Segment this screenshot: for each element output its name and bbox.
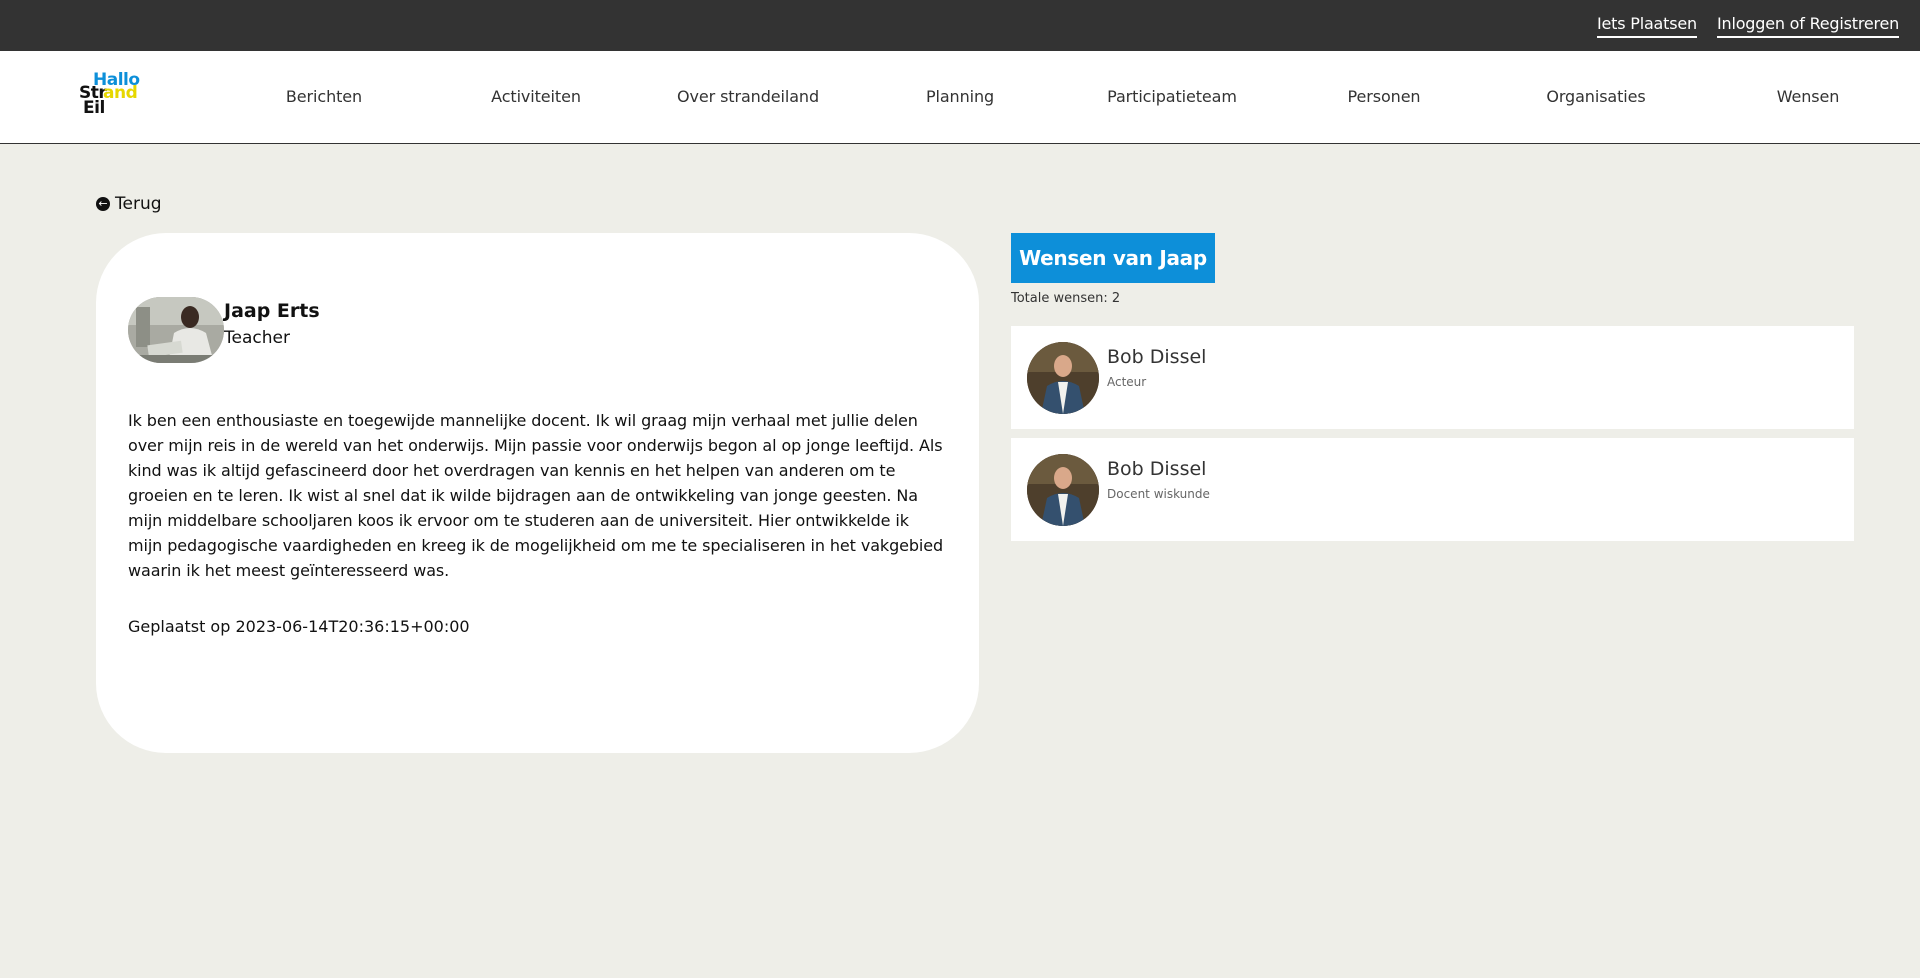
profile-card: Jaap Erts Teacher Ik ben een enthousiast… (96, 233, 979, 753)
nav-item-participatieteam[interactable]: Participatieteam (1107, 87, 1237, 106)
nav-item-activiteiten[interactable]: Activiteiten (491, 87, 581, 106)
nav-item-personen[interactable]: Personen (1348, 87, 1421, 106)
wishes-total: Totale wensen: 2 (1011, 291, 1121, 306)
arrow-left-circle-icon: ← (96, 197, 110, 211)
posted-date: Geplaatst op 2023-06-14T20:36:15+00:00 (128, 617, 470, 636)
wish-person-name: Bob Dissel (1107, 458, 1207, 480)
login-register-link[interactable]: Inloggen of Registreren (1717, 14, 1899, 38)
wish-card[interactable]: Bob Dissel Docent wiskunde (1011, 438, 1854, 541)
profile-photo (128, 297, 224, 363)
site-logo[interactable]: Hallo Str and Eil (79, 71, 145, 121)
avatar (1027, 454, 1099, 526)
profile-bio: Ik ben een enthousiaste en toegewijde ma… (128, 411, 944, 580)
avatar (1027, 342, 1099, 414)
wish-person-role: Docent wiskunde (1107, 487, 1210, 501)
main-nav: Hallo Str and Eil Berichten Activiteiten… (0, 51, 1920, 144)
nav-item-wensen[interactable]: Wensen (1777, 87, 1840, 106)
wish-card[interactable]: Bob Dissel Acteur (1011, 326, 1854, 429)
wish-photo (1027, 342, 1099, 414)
post-something-link[interactable]: Iets Plaatsen (1597, 14, 1697, 38)
wishes-header: Wensen van Jaap (1011, 233, 1215, 283)
wish-photo (1027, 454, 1099, 526)
avatar (128, 297, 224, 363)
wish-person-name: Bob Dissel (1107, 346, 1207, 368)
top-bar: Iets Plaatsen Inloggen of Registreren (0, 0, 1920, 51)
profile-name: Jaap Erts (224, 300, 320, 322)
profile-role: Teacher (224, 328, 290, 348)
back-label: Terug (115, 194, 162, 214)
logo-text-eil: Eil (83, 98, 105, 118)
nav-item-over-strandeiland[interactable]: Over strandeiland (677, 87, 819, 106)
back-link[interactable]: ← Terug (96, 194, 162, 214)
nav-item-berichten[interactable]: Berichten (286, 87, 362, 106)
nav-item-planning[interactable]: Planning (926, 87, 994, 106)
wish-person-role: Acteur (1107, 375, 1147, 389)
nav-item-organisaties[interactable]: Organisaties (1546, 87, 1645, 106)
logo-text-and: and (103, 83, 138, 103)
